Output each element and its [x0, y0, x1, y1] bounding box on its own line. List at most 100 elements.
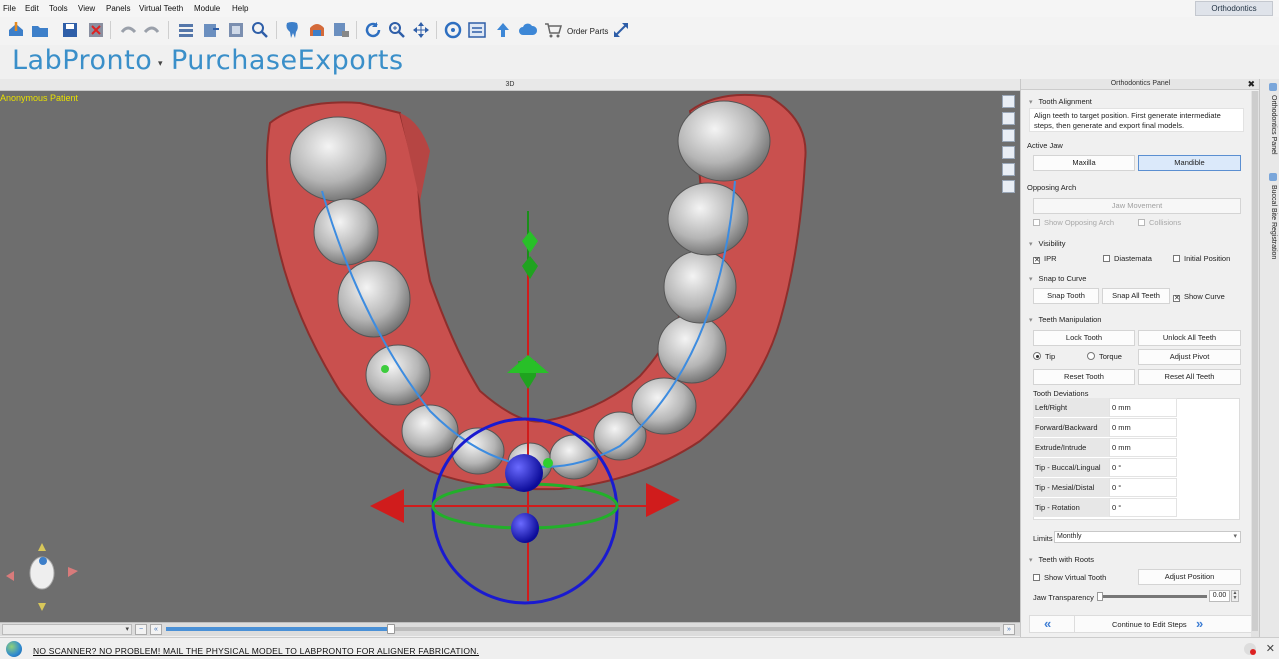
menu-module[interactable]: Module: [194, 4, 220, 13]
viewport-3d[interactable]: Anonymous Patient: [0, 91, 1020, 622]
panel-scrollbar[interactable]: [1251, 91, 1259, 637]
document-icon[interactable]: [1002, 163, 1015, 176]
jaw-transparency-thumb[interactable]: [1097, 592, 1103, 601]
menu-edit[interactable]: Edit: [25, 4, 39, 13]
module-tab-orthodontics[interactable]: Orthodontics: [1195, 1, 1273, 16]
camera-icon[interactable]: [1002, 180, 1015, 193]
dock-tab-orthodontics-panel[interactable]: Orthodontics Panel: [1263, 83, 1277, 155]
dock-tab-buccal-bite[interactable]: Buccal Bite Registration: [1263, 173, 1277, 259]
deviation-name: Tip - Rotation: [1033, 498, 1109, 517]
reset-view-icon[interactable]: [443, 20, 463, 40]
initial-position-checkbox[interactable]: Initial Position: [1173, 254, 1230, 263]
timeline-minus-button[interactable]: −: [135, 624, 147, 635]
limits-select[interactable]: Monthly ▾: [1054, 531, 1241, 543]
jaw-transparency-slider[interactable]: [1103, 595, 1207, 598]
menu-view[interactable]: View: [78, 4, 95, 13]
orthodontics-panel: Orthodontics Panel ✖ Tooth Alignment Ali…: [1020, 79, 1260, 637]
continue-to-edit-steps-button[interactable]: Continue to Edit Steps: [1112, 620, 1187, 629]
scan-list-icon[interactable]: [176, 20, 196, 40]
reset-all-teeth-button[interactable]: Reset All Teeth: [1138, 369, 1241, 385]
mandible-button[interactable]: Mandible: [1138, 155, 1241, 171]
deviation-value[interactable]: 0 mm: [1109, 438, 1177, 457]
collisions-checkbox[interactable]: Collisions: [1138, 218, 1181, 227]
dental-arch-scene[interactable]: [0, 91, 1020, 622]
show-opposing-arch-checkbox[interactable]: Show Opposing Arch: [1033, 218, 1114, 227]
forward-chevron-icon[interactable]: »: [1196, 617, 1203, 631]
deviation-value[interactable]: 0 °: [1109, 458, 1177, 477]
pan-icon[interactable]: [411, 20, 431, 40]
measure-icon[interactable]: [1002, 95, 1015, 108]
find-icon[interactable]: [250, 20, 270, 40]
adjust-pivot-button[interactable]: Adjust Pivot: [1138, 349, 1241, 365]
snap-all-teeth-button[interactable]: Snap All Teeth: [1102, 288, 1170, 304]
export-icon[interactable]: [201, 20, 221, 40]
deviation-value[interactable]: 0 °: [1109, 478, 1177, 497]
deviation-value[interactable]: 0 mm: [1109, 398, 1177, 417]
torque-radio[interactable]: Torque: [1087, 352, 1122, 361]
menu-tools[interactable]: Tools: [49, 4, 68, 13]
snap-tooth-button[interactable]: Snap Tooth: [1033, 288, 1099, 304]
annotation-icon[interactable]: [1002, 129, 1015, 142]
tooth-icon[interactable]: [282, 20, 302, 40]
layer-icon[interactable]: [1002, 146, 1015, 159]
panel-close-icon[interactable]: ✖: [1247, 79, 1255, 89]
ipr-checkbox[interactable]: ✕ IPR: [1033, 254, 1057, 264]
timeline-next-button[interactable]: »: [1003, 624, 1015, 635]
jaw-movement-button[interactable]: Jaw Movement: [1033, 198, 1241, 214]
expand-icon[interactable]: [611, 20, 631, 40]
import-icon[interactable]: [6, 20, 26, 40]
reset-tooth-button[interactable]: Reset Tooth: [1033, 369, 1135, 385]
order-parts-label[interactable]: Order Parts: [567, 27, 608, 36]
deviation-name: Left/Right: [1033, 398, 1109, 417]
zoom-icon[interactable]: [387, 20, 407, 40]
timeline-prev-button[interactable]: «: [150, 624, 162, 635]
undo-icon[interactable]: [118, 20, 138, 40]
orientation-widget[interactable]: [6, 543, 78, 611]
upload-icon[interactable]: [493, 20, 513, 40]
curve-point[interactable]: [381, 365, 389, 373]
deviation-value[interactable]: 0 mm: [1109, 418, 1177, 437]
jaw-transparency-value[interactable]: 0.00: [1209, 590, 1230, 602]
fit-icon[interactable]: [467, 20, 487, 40]
redo-icon[interactable]: [142, 20, 162, 40]
menu-help[interactable]: Help: [232, 4, 248, 13]
step-selector[interactable]: ▾: [2, 624, 132, 635]
status-bar: NO SCANNER? NO PROBLEM! MAIL THE PHYSICA…: [0, 637, 1279, 659]
menu-virtual-teeth[interactable]: Virtual Teeth: [139, 4, 183, 13]
show-curve-checkbox[interactable]: ✕ Show Curve: [1173, 292, 1225, 302]
promo-link[interactable]: NO SCANNER? NO PROBLEM! MAIL THE PHYSICA…: [33, 646, 479, 656]
adjust-position-button[interactable]: Adjust Position: [1138, 569, 1241, 585]
section-visibility[interactable]: Visibility: [1029, 239, 1066, 248]
deviation-value[interactable]: 0 °: [1109, 498, 1177, 517]
lock-tooth-button[interactable]: Lock Tooth: [1033, 330, 1135, 346]
section-tooth-alignment[interactable]: Tooth Alignment: [1029, 97, 1092, 106]
show-virtual-tooth-checkbox[interactable]: Show Virtual Tooth: [1033, 573, 1106, 582]
cloud-icon[interactable]: [518, 20, 538, 40]
lock-tooth-icon[interactable]: [331, 20, 351, 40]
menu-file[interactable]: File: [3, 4, 16, 13]
library-icon[interactable]: [226, 20, 246, 40]
cart-icon[interactable]: [543, 20, 563, 40]
timeline-slider[interactable]: [166, 624, 1000, 634]
dropdown-arrow-icon[interactable]: ▾: [158, 58, 163, 69]
timeline-thumb[interactable]: [387, 624, 396, 634]
tip-radio[interactable]: Tip: [1033, 352, 1055, 361]
tooth-alignment-description: Align teeth to target position. First ge…: [1029, 108, 1244, 132]
jaw-icon[interactable]: [307, 20, 327, 40]
unlock-all-teeth-button[interactable]: Unlock All Teeth: [1138, 330, 1241, 346]
section-teeth-manipulation[interactable]: Teeth Manipulation: [1029, 315, 1102, 324]
back-chevron-icon[interactable]: «: [1044, 617, 1051, 631]
close-icon[interactable]: ✕: [1266, 642, 1275, 655]
diastemata-checkbox[interactable]: Diastemata: [1103, 254, 1152, 263]
spinner-icon[interactable]: ▲ ▼: [1231, 590, 1239, 602]
save-icon[interactable]: [60, 20, 80, 40]
open-icon[interactable]: [30, 20, 50, 40]
close-file-icon[interactable]: [86, 20, 106, 40]
crosshair-icon[interactable]: [1002, 112, 1015, 125]
menu-panels[interactable]: Panels: [106, 4, 130, 13]
rotate-icon[interactable]: [363, 20, 383, 40]
alert-icon: [1244, 643, 1256, 655]
section-teeth-with-roots[interactable]: Teeth with Roots: [1029, 555, 1094, 564]
section-snap-to-curve[interactable]: Snap to Curve: [1029, 274, 1087, 283]
maxilla-button[interactable]: Maxilla: [1033, 155, 1135, 171]
